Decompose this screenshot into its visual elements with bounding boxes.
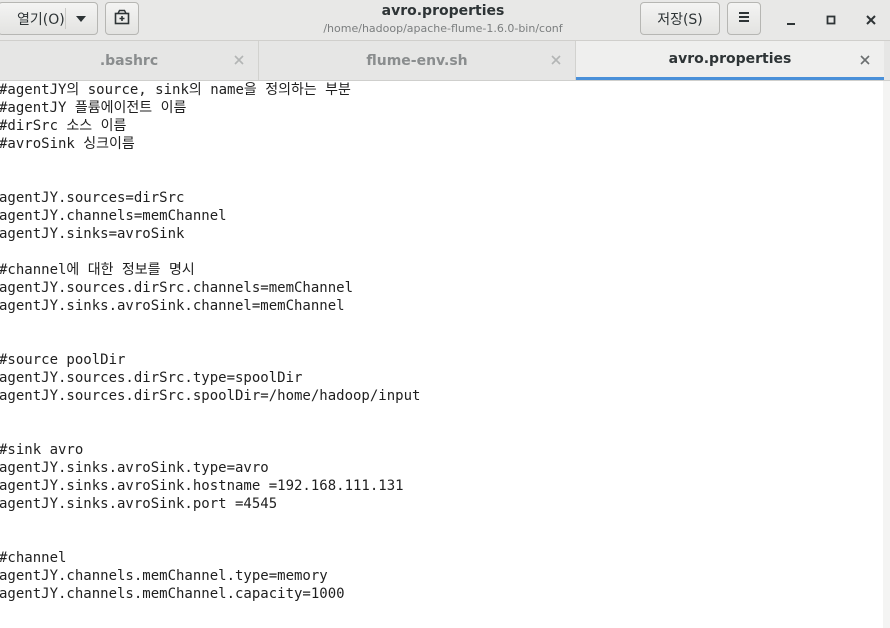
window-title-area: avro.properties /home/hadoop/apache-flum… [290, 0, 596, 36]
close-icon[interactable] [858, 53, 872, 67]
window-title: avro.properties [381, 3, 505, 19]
text-editor[interactable]: #agentJY의 source, sink의 name을 정의하는 부분 #ag… [0, 81, 882, 628]
tab-avro-properties[interactable]: avro.properties [576, 41, 884, 80]
tab-bashrc[interactable]: .bashrc [0, 41, 258, 80]
editor-line: agentJY.sinks.avroSink.type=avro [0, 460, 269, 476]
editor-line: agentJY.sinks.avroSink.port =4545 [0, 496, 278, 512]
editor-lines: #agentJY의 source, sink의 name을 정의하는 부분 #ag… [0, 81, 882, 603]
new-tab-button[interactable] [105, 2, 139, 35]
editor-line: agentJY.sinks.avroSink.hostname =192.168… [0, 478, 404, 494]
editor-line: #source poolDir [0, 352, 126, 368]
header-bar: 열기(O) avro.properties /home/hadoop/apach… [0, 0, 890, 41]
editor-line: agentJY.sinks.avroSink.channel=memChanne… [0, 298, 345, 314]
save-button-label: 저장(S) [657, 11, 703, 28]
save-button[interactable]: 저장(S) [640, 2, 720, 35]
editor-line: agentJY.sinks=avroSink [0, 226, 185, 242]
open-button[interactable]: 열기(O) [0, 2, 98, 35]
tab-label: avro.properties [668, 51, 792, 67]
editor-line: #agentJY 플륨에이전트 이름 [0, 100, 187, 116]
maximize-icon [825, 11, 837, 30]
close-icon[interactable] [549, 53, 563, 67]
tab-bar: .bashrc flume-env.sh avro.properties [0, 41, 890, 81]
editor-line: agentJY.channels=memChannel [0, 208, 227, 224]
file-path-subtitle: /home/hadoop/apache-flume-1.6.0-bin/conf [323, 22, 563, 35]
editor-line: agentJY.sources.dirSrc.channels=memChann… [0, 280, 354, 296]
new-document-icon [114, 9, 130, 29]
tab-flume-env[interactable]: flume-env.sh [259, 41, 575, 80]
editor-line: #avroSink 싱크이름 [0, 136, 135, 152]
vertical-scrollbar[interactable] [883, 81, 890, 628]
minimize-button[interactable] [780, 9, 802, 31]
close-icon[interactable] [232, 53, 246, 67]
editor-line: #channel에 대한 정보를 명시 [0, 262, 195, 278]
open-button-separator [65, 8, 66, 29]
menu-button[interactable] [727, 2, 761, 35]
editor-line: agentJY.sources.dirSrc.spoolDir=/home/ha… [0, 388, 421, 404]
close-icon [865, 11, 877, 30]
open-button-label: 열기(O) [17, 11, 65, 28]
editor-line: #sink avro [0, 442, 84, 458]
chevron-down-icon[interactable] [76, 16, 86, 22]
minimize-icon [785, 11, 797, 30]
tab-label: .bashrc [99, 52, 159, 69]
hamburger-menu-icon [737, 11, 751, 27]
maximize-button[interactable] [820, 9, 842, 31]
editor-line: #channel [0, 550, 67, 566]
editor-line: #agentJY의 source, sink의 name을 정의하는 부분 [0, 82, 351, 98]
editor-line: agentJY.channels.memChannel.capacity=100… [0, 586, 345, 602]
editor-line: #dirSrc 소스 이름 [0, 118, 127, 134]
editor-line: agentJY.sources=dirSrc [0, 190, 185, 206]
tab-label: flume-env.sh [366, 52, 468, 69]
editor-line: agentJY.sources.dirSrc.type=spoolDir [0, 370, 303, 386]
editor-line: agentJY.channels.memChannel.type=memory [0, 568, 328, 584]
close-window-button[interactable] [860, 9, 882, 31]
